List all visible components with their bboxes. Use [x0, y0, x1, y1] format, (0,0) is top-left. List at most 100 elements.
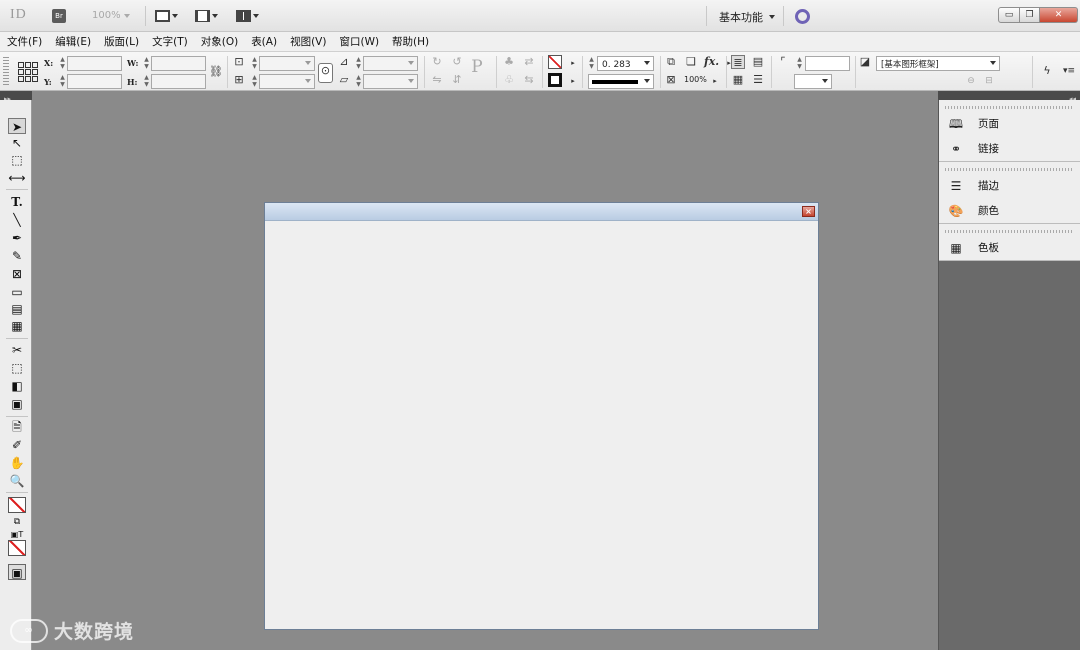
menu-table[interactable]: 表(A): [251, 34, 277, 49]
arrange-documents-button[interactable]: [236, 9, 259, 23]
rotate-cw-icon[interactable]: ↻: [430, 55, 444, 69]
shear-input[interactable]: [363, 74, 418, 89]
free-transform-tool-icon[interactable]: ⬚: [8, 360, 26, 376]
quick-apply-icon[interactable]: ϟ: [1040, 64, 1054, 78]
close-button[interactable]: ✕: [1040, 7, 1078, 23]
document-close-button[interactable]: ×: [802, 206, 815, 217]
flip-horizontal-icon[interactable]: ⇋: [430, 73, 444, 87]
rotate-input[interactable]: [363, 56, 418, 71]
text-wrap-jump-icon[interactable]: ☰: [751, 73, 765, 87]
fill-stroke-swatch-icon[interactable]: [8, 497, 26, 513]
type-tool-icon[interactable]: T.: [8, 194, 26, 210]
page-tool-icon[interactable]: ⬚: [8, 152, 26, 168]
constrain-proportions-icon[interactable]: ⛓: [209, 65, 223, 79]
apply-none-icon[interactable]: [8, 540, 26, 556]
zoom-tool-icon[interactable]: 🔍: [8, 473, 26, 489]
clear-overrides-icon[interactable]: ⊖: [964, 74, 978, 88]
x-spinner[interactable]: ▲ ▼: [59, 56, 66, 71]
pages-panel-button[interactable]: 🕮 页面: [939, 111, 1080, 136]
view-options-button[interactable]: [155, 9, 178, 23]
screen-mode-button[interactable]: [195, 9, 218, 23]
pen-tool-icon[interactable]: ✒: [8, 230, 26, 246]
opacity-value[interactable]: 100%: [684, 75, 707, 84]
document-window[interactable]: ×: [264, 202, 819, 630]
color-panel-button[interactable]: 🎨 颜色: [939, 198, 1080, 223]
panel-menu-icon[interactable]: ▾≡: [1062, 64, 1076, 78]
bridge-button[interactable]: Br: [52, 9, 66, 23]
right-panel-header[interactable]: ◂◂: [938, 91, 1080, 103]
screen-mode-icon[interactable]: ▣: [8, 564, 26, 580]
height-input[interactable]: [151, 74, 206, 89]
rectangle-tool-icon[interactable]: ▭: [8, 284, 26, 300]
select-content-icon[interactable]: ♧: [502, 73, 516, 87]
scale-y-input[interactable]: [259, 74, 315, 89]
corner-options-icon[interactable]: ⌜: [776, 55, 790, 69]
workspace-switcher[interactable]: 基本功能: [719, 9, 775, 25]
link-scale-icon[interactable]: ⊙: [318, 63, 333, 83]
restore-button[interactable]: ❐: [1020, 7, 1040, 23]
panel-grip[interactable]: [945, 106, 1074, 109]
shear-spinner[interactable]: ▲ ▼: [355, 74, 362, 89]
fill-none-icon[interactable]: [548, 55, 562, 69]
reference-point-icon[interactable]: [18, 62, 38, 82]
menu-type[interactable]: 文字(T): [152, 34, 188, 49]
menu-help[interactable]: 帮助(H): [392, 34, 429, 49]
horizontal-grid-tool-icon[interactable]: ▤: [8, 301, 26, 317]
panel-grip[interactable]: [945, 230, 1074, 233]
gradient-feather-tool-icon[interactable]: ▣: [8, 396, 26, 412]
x-input[interactable]: [67, 56, 122, 71]
drop-shadow-icon[interactable]: ❏: [684, 55, 698, 69]
text-wrap-none-icon[interactable]: ≣: [731, 55, 745, 69]
select-previous-icon[interactable]: ⇄: [522, 55, 536, 69]
line-tool-icon[interactable]: ╲: [8, 212, 26, 228]
width-input[interactable]: [151, 56, 206, 71]
links-panel-button[interactable]: ⚭ 链接: [939, 136, 1080, 161]
text-wrap-shape-icon[interactable]: ▦: [731, 73, 745, 87]
tools-panel-header[interactable]: ▸▸: [0, 91, 32, 103]
corner-shape-select[interactable]: [794, 74, 832, 89]
clear-attributes-icon[interactable]: ⊟: [982, 74, 996, 88]
note-tool-icon[interactable]: 🗎: [8, 419, 26, 435]
y-input[interactable]: [67, 74, 122, 89]
eyedropper-tool-icon[interactable]: ✐: [8, 437, 26, 453]
rectangle-frame-tool-icon[interactable]: ⊠: [8, 266, 26, 282]
opacity-menu-arrow-icon[interactable]: ▸: [708, 74, 722, 88]
pencil-tool-icon[interactable]: ✎: [8, 248, 26, 264]
text-wrap-bounding-icon[interactable]: ▤: [751, 55, 765, 69]
zoom-level[interactable]: 100%: [92, 10, 130, 21]
hand-tool-icon[interactable]: ✋: [8, 455, 26, 471]
flip-vertical-icon[interactable]: ⇵: [450, 73, 464, 87]
effects-label[interactable]: fx.: [704, 55, 719, 69]
frame-grid-tool-icon[interactable]: ▦: [8, 318, 26, 334]
select-container-icon[interactable]: ♣: [502, 55, 516, 69]
stroke-weight-spinner[interactable]: ▲ ▼: [588, 56, 595, 71]
rotate-spinner[interactable]: ▲ ▼: [355, 56, 362, 71]
search-ring-icon[interactable]: [795, 9, 810, 24]
stroke-menu-arrow-icon[interactable]: ▸: [566, 74, 580, 88]
w-spinner[interactable]: ▲ ▼: [143, 56, 150, 71]
object-style-select[interactable]: [基本图形框架]: [876, 56, 1000, 71]
gradient-swatch-tool-icon[interactable]: ◧: [8, 378, 26, 394]
selection-tool-icon[interactable]: ➤: [8, 118, 26, 134]
stroke-weight-input[interactable]: 0. 283: [597, 56, 654, 71]
fitting-icon[interactable]: ⧉: [664, 55, 678, 69]
rotate-ccw-icon[interactable]: ↺: [450, 55, 464, 69]
menu-file[interactable]: 文件(F): [7, 34, 42, 49]
direct-selection-tool-icon[interactable]: ↖: [8, 135, 26, 151]
corner-size-spinner[interactable]: ▲ ▼: [796, 56, 803, 71]
scissors-tool-icon[interactable]: ✂: [8, 342, 26, 358]
scale-y-spinner[interactable]: ▲ ▼: [251, 74, 258, 89]
menu-view[interactable]: 视图(V): [290, 34, 326, 49]
panel-grip[interactable]: [3, 57, 9, 87]
corner-size-input[interactable]: [805, 56, 850, 71]
select-next-icon[interactable]: ⇆: [522, 73, 536, 87]
y-spinner[interactable]: ▲ ▼: [59, 74, 66, 89]
minimize-button[interactable]: ▭: [998, 7, 1020, 23]
scale-x-input[interactable]: [259, 56, 315, 71]
scale-x-spinner[interactable]: ▲ ▼: [251, 56, 258, 71]
menu-edit[interactable]: 编辑(E): [55, 34, 91, 49]
swatches-panel-button[interactable]: ▦ 色板: [939, 235, 1080, 260]
panel-grip[interactable]: [945, 168, 1074, 171]
gap-tool-icon[interactable]: ⟷: [8, 170, 26, 186]
stroke-swatch-icon[interactable]: [548, 73, 562, 87]
